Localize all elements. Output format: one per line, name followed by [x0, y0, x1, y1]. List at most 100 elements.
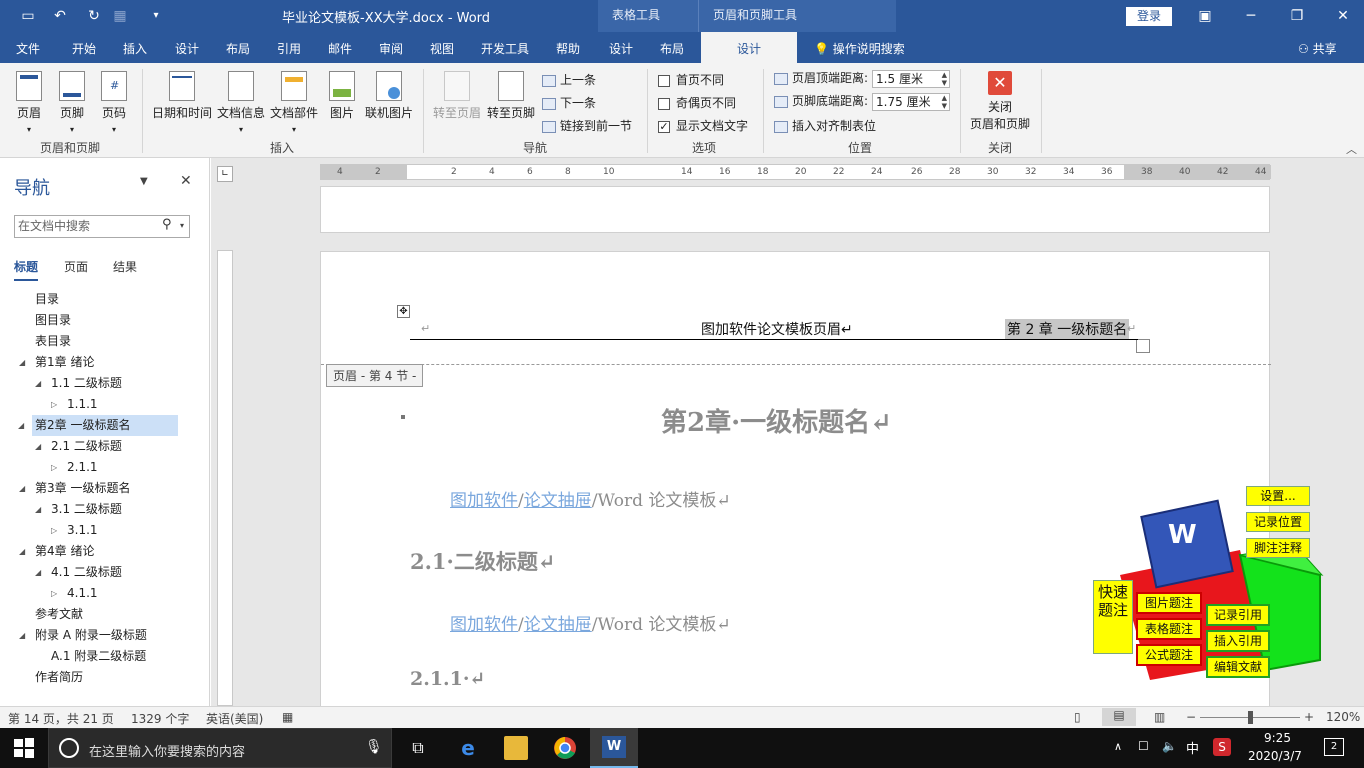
- redo-icon[interactable]: ↻: [84, 6, 104, 26]
- quick-parts-button[interactable]: 文档部件 ▾: [268, 71, 320, 135]
- nav-heading-item[interactable]: ◢ 第3章 一级标题名: [19, 478, 130, 499]
- word-taskbar-button[interactable]: W: [590, 728, 638, 768]
- tab-mailings[interactable]: 邮件: [328, 40, 352, 57]
- file-explorer-icon[interactable]: [504, 736, 528, 760]
- collapse-triangle-icon[interactable]: ◢: [19, 352, 25, 373]
- addin-picture-caption-button[interactable]: 图片题注: [1136, 592, 1202, 614]
- windows-start-icon[interactable]: [12, 736, 36, 760]
- sogou-ime-icon[interactable]: S: [1213, 738, 1231, 756]
- nav-options-chevron-icon[interactable]: ▼: [140, 176, 148, 187]
- clock-date[interactable]: 2020/3/7: [1248, 749, 1302, 763]
- nav-heading-item[interactable]: 表目录: [35, 331, 71, 352]
- addin-insert-reference-button[interactable]: 插入引用: [1206, 630, 1270, 652]
- addin-footnote-button[interactable]: 脚注注释: [1246, 538, 1310, 558]
- addin-edit-bibliography-button[interactable]: 编辑文献: [1206, 656, 1270, 678]
- page-number-button[interactable]: # 页码 ▾: [99, 71, 129, 135]
- nav-heading-item[interactable]: ◢ 第2章 一级标题名: [18, 415, 178, 436]
- ime-indicator[interactable]: 中: [1186, 738, 1199, 757]
- collapse-triangle-icon[interactable]: ◢: [35, 436, 41, 457]
- print-layout-icon[interactable]: ▤: [1102, 708, 1136, 726]
- task-view-icon[interactable]: ⧉: [406, 736, 430, 760]
- date-time-button[interactable]: 日期和时间: [150, 71, 214, 121]
- tab-selector-icon[interactable]: ∟: [217, 166, 233, 182]
- table-move-handle-icon[interactable]: ✥: [397, 305, 410, 318]
- nav-heading-item[interactable]: ◢ 3.1 二级标题: [35, 499, 122, 520]
- header-right-text[interactable]: 第 2 章 一级标题名: [1005, 319, 1130, 339]
- body-paragraph[interactable]: 图加软件/论文抽屉/Word 论文模板↵: [450, 610, 731, 635]
- web-layout-icon[interactable]: ▥: [1154, 710, 1165, 724]
- next-button[interactable]: 下一条: [542, 94, 596, 111]
- clock-time[interactable]: 9:25: [1264, 731, 1291, 745]
- header-top-distance-input[interactable]: 1.5 厘米 ▲ ▼: [872, 69, 951, 88]
- expand-triangle-icon[interactable]: ▷: [51, 457, 57, 478]
- nav-heading-item[interactable]: ◢ 第4章 绪论: [19, 541, 94, 562]
- online-picture-button[interactable]: 联机图片: [363, 71, 415, 121]
- zoom-in-icon[interactable]: +: [1304, 710, 1314, 724]
- tab-help[interactable]: 帮助: [556, 40, 580, 57]
- link[interactable]: 论文抽屉: [524, 615, 592, 635]
- word-count[interactable]: 1329 个字: [131, 710, 189, 727]
- expand-triangle-icon[interactable]: ▷: [51, 583, 57, 604]
- page-count[interactable]: 第 14 页，共 21 页: [8, 710, 114, 727]
- collapse-triangle-icon[interactable]: ◢: [19, 541, 25, 562]
- tab-view[interactable]: 视图: [430, 40, 454, 57]
- nav-heading-item[interactable]: 参考文献: [35, 604, 83, 625]
- ribbon-display-options-icon[interactable]: ▣: [1194, 6, 1216, 26]
- collapse-triangle-icon[interactable]: ◢: [35, 373, 41, 394]
- body-paragraph[interactable]: 图加软件/论文抽屉/Word 论文模板↵: [450, 486, 731, 511]
- addin-table-caption-button[interactable]: 表格题注: [1136, 618, 1202, 640]
- goto-footer-button[interactable]: 转至页脚: [486, 71, 536, 121]
- doc-info-button[interactable]: 文档信息 ▾: [215, 71, 267, 135]
- header-center-text[interactable]: 图加软件论文模板页眉↵: [701, 319, 853, 339]
- link[interactable]: 论文抽屉: [524, 491, 592, 511]
- goto-header-button[interactable]: 转至页眉: [432, 71, 482, 121]
- save-icon[interactable]: ▭: [18, 6, 38, 26]
- show-document-text-checkbox[interactable]: ✓ 显示文档文字: [658, 117, 748, 134]
- footer-button[interactable]: 页脚 ▾: [57, 71, 87, 135]
- collapse-triangle-icon[interactable]: ◢: [19, 478, 25, 499]
- edge-icon[interactable]: e: [456, 736, 480, 760]
- addin-record-reference-button[interactable]: 记录引用: [1206, 604, 1270, 626]
- collapse-ribbon-icon[interactable]: ︿: [1346, 141, 1357, 157]
- tab-table-design[interactable]: 设计: [609, 40, 633, 57]
- different-first-page-checkbox[interactable]: 首页不同: [658, 71, 724, 88]
- different-odd-even-checkbox[interactable]: 奇偶页不同: [658, 94, 736, 111]
- nav-tab-pages[interactable]: 页面: [64, 258, 88, 275]
- addin-settings-button[interactable]: 设置...: [1246, 486, 1310, 506]
- search-dropdown-icon[interactable]: ▾: [180, 221, 184, 230]
- link[interactable]: 图加软件: [450, 491, 518, 511]
- macro-record-icon[interactable]: ▦: [282, 710, 293, 724]
- zoom-level[interactable]: 120%: [1326, 710, 1360, 724]
- footer-bottom-distance-input[interactable]: 1.75 厘米 ▲ ▼: [872, 92, 951, 111]
- share-button[interactable]: ⚇ 共享: [1298, 40, 1337, 57]
- microphone-icon[interactable]: 🎙: [365, 739, 383, 755]
- nav-heading-item[interactable]: ◢ 1.1 二级标题: [35, 373, 122, 394]
- collapse-triangle-icon[interactable]: ◢: [19, 625, 25, 646]
- expand-triangle-icon[interactable]: ▷: [51, 520, 57, 541]
- nav-close-icon[interactable]: ✕: [180, 173, 192, 189]
- tab-review[interactable]: 审阅: [379, 40, 403, 57]
- taskbar-search-box[interactable]: 在这里输入你要搜索的内容 🎙: [48, 728, 392, 768]
- insert-alignment-tab-button[interactable]: 插入对齐制表位: [774, 117, 876, 134]
- login-button[interactable]: 登录: [1126, 7, 1172, 26]
- tab-home[interactable]: 开始: [72, 40, 96, 57]
- tab-insert[interactable]: 插入: [123, 40, 147, 57]
- picture-button[interactable]: 图片: [327, 71, 357, 121]
- tab-developer[interactable]: 开发工具: [481, 40, 529, 57]
- nav-heading-item[interactable]: ◢ 4.1 二级标题: [35, 562, 122, 583]
- nav-heading-item[interactable]: 目录: [35, 289, 59, 310]
- horizontal-ruler[interactable]: 4 2 2 4 6 8 10 14 16 18 20 22 24 26 28 30 32 34 36 38 40 42 44: [320, 164, 1271, 180]
- volume-icon[interactable]: 🔈: [1162, 739, 1177, 753]
- nav-tab-headings[interactable]: 标题: [14, 258, 39, 281]
- nav-heading-item[interactable]: A.1 附录二级标题: [51, 646, 146, 667]
- nav-heading-item[interactable]: ▷ 3.1.1: [51, 520, 98, 541]
- subsection-heading[interactable]: 2.1.1·↵: [410, 668, 485, 690]
- restore-icon[interactable]: ❐: [1286, 6, 1308, 26]
- addin-quick-caption-button[interactable]: 快速题注: [1093, 580, 1133, 654]
- tray-up-arrow-icon[interactable]: ∧: [1114, 740, 1122, 753]
- vertical-ruler[interactable]: [217, 250, 233, 706]
- tab-file[interactable]: 文件: [16, 40, 40, 57]
- collapse-triangle-icon[interactable]: ◢: [18, 415, 24, 436]
- nav-tab-results[interactable]: 结果: [113, 258, 137, 275]
- spinner-arrows-icon[interactable]: ▲ ▼: [942, 94, 947, 110]
